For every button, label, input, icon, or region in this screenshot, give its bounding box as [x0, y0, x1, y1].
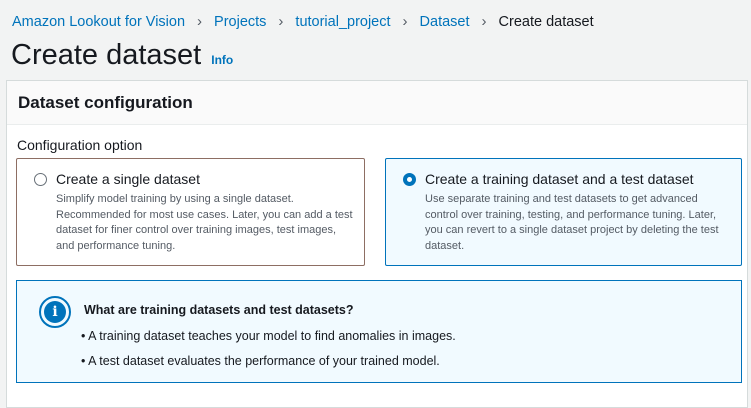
configuration-option-label: Configuration option [17, 137, 143, 153]
option-title: Create a single dataset [56, 171, 200, 187]
chevron-right-icon: › [481, 13, 487, 30]
option-description: Simplify model training by using a singl… [56, 193, 353, 252]
list-item: A test dataset evaluates the performance… [81, 349, 456, 374]
breadcrumb-current: Create dataset [498, 13, 594, 30]
panel-header: Dataset configuration [7, 81, 747, 125]
option-description: Use separate training and test datasets … [425, 193, 719, 252]
radio-training-and-test-dataset[interactable] [403, 173, 416, 186]
breadcrumb-lookout-link[interactable]: Amazon Lookout for Vision [12, 14, 185, 30]
info-link[interactable]: Info [211, 53, 233, 67]
breadcrumb-projects-link[interactable]: Projects [214, 14, 266, 30]
option-training-and-test-dataset[interactable]: Create a training dataset and a test dat… [385, 158, 742, 266]
radio-single-dataset[interactable] [34, 173, 47, 186]
breadcrumb-project-link[interactable]: tutorial_project [295, 14, 390, 30]
option-single-dataset[interactable]: Create a single dataset Simplify model t… [16, 158, 365, 266]
breadcrumb: Amazon Lookout for Vision › Projects › t… [12, 13, 594, 30]
dataset-configuration-panel: Dataset configuration Configuration opti… [6, 80, 748, 408]
alert-title: What are training datasets and test data… [84, 303, 354, 317]
page-header: Create dataset Info [11, 36, 233, 74]
panel-title: Dataset configuration [18, 93, 193, 112]
breadcrumb-dataset-link[interactable]: Dataset [420, 14, 470, 30]
chevron-right-icon: › [278, 13, 284, 30]
page-title: Create dataset [11, 39, 202, 71]
chevron-right-icon: › [402, 13, 408, 30]
list-item: A training dataset teaches your model to… [81, 324, 456, 349]
chevron-right-icon: › [197, 13, 203, 30]
option-title: Create a training dataset and a test dat… [425, 171, 694, 187]
info-icon: i [39, 296, 71, 328]
alert-bullet-list: A training dataset teaches your model to… [81, 324, 456, 374]
info-alert: i What are training datasets and test da… [16, 280, 742, 383]
